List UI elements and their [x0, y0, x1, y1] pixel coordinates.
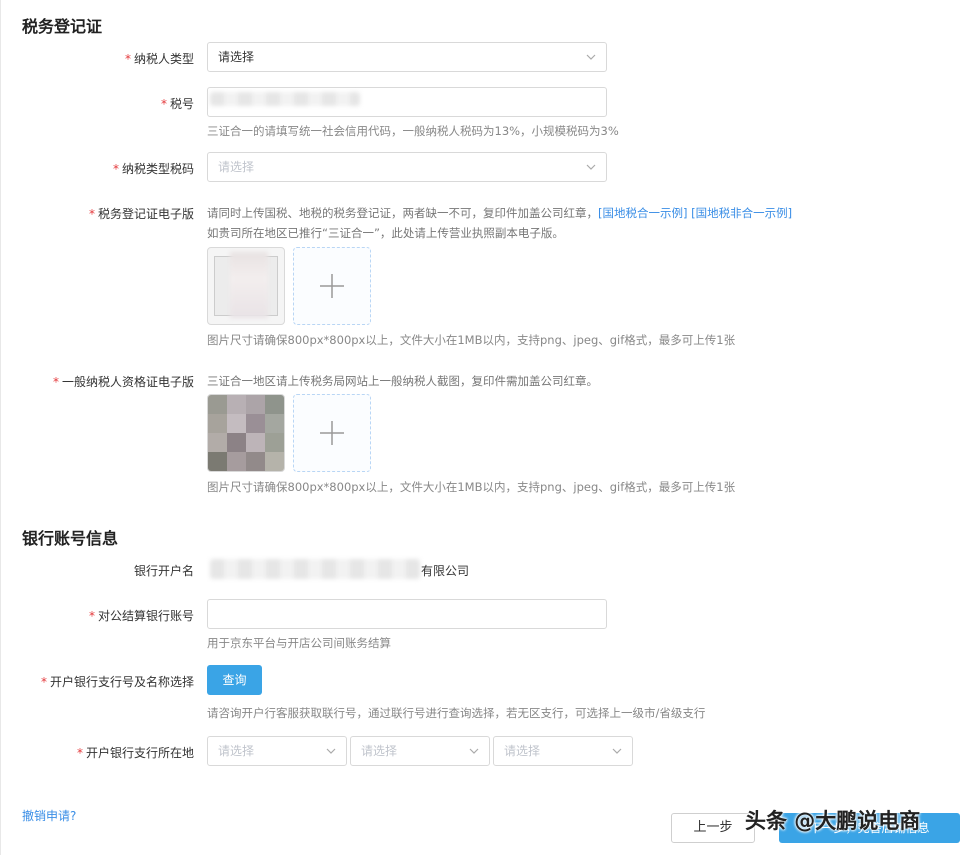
tax-number-label: * 税号	[160, 97, 194, 111]
example-link-combined[interactable]: [国地税合一示例]	[598, 206, 688, 220]
tax-cert-uploaded-image[interactable]	[207, 247, 285, 325]
tax-type-code-label: * 纳税类型税码	[112, 162, 194, 176]
general-taxpayer-cert-size-hint: 图片尺寸请确保800px*800px以上，文件大小在1MB以内，支持png、jp…	[207, 480, 736, 494]
bank-account-name-suffix: 有限公司	[421, 564, 470, 578]
branch-location-label: * 开户银行支行所在地	[76, 746, 194, 760]
settlement-account-input[interactable]	[207, 599, 607, 629]
district-select[interactable]: 请选择	[493, 736, 633, 766]
tax-number-hint: 三证合一的请填写统一社会信用代码，一般纳税人税码为13%，小规模税码为3%	[207, 124, 619, 138]
tax-cert-size-hint: 图片尺寸请确保800px*800px以上，文件大小在1MB以内，支持png、jp…	[207, 333, 736, 347]
taxpayer-type-select[interactable]: 请选择	[207, 42, 607, 72]
example-link-separate[interactable]: [国地税非合一示例]	[691, 206, 792, 220]
query-button[interactable]: 查询	[207, 665, 262, 695]
cancel-application-link[interactable]: 撤销申请?	[22, 807, 76, 824]
chevron-down-icon	[469, 748, 479, 754]
city-select[interactable]: 请选择	[350, 736, 490, 766]
tax-cert-label: * 税务登记证电子版	[88, 207, 194, 221]
general-taxpayer-cert-label: * 一般纳税人资格证电子版	[52, 375, 194, 389]
watermark-text: 头条 @大鹏说电商	[745, 809, 921, 833]
bank-section-title: 银行账号信息	[22, 529, 119, 548]
chevron-down-icon	[586, 164, 596, 170]
chevron-down-icon	[326, 748, 336, 754]
general-taxpayer-cert-hint: 三证合一地区请上传税务局网站上一般纳税人截图，复印件需加盖公司红章。	[207, 374, 598, 388]
previous-step-button[interactable]: 上一步	[671, 813, 755, 843]
branch-select-hint: 请咨询开户行客服获取联行号，通过联行号进行查询选择，若无区支行，可选择上一级市/…	[207, 706, 706, 720]
redacted-account-name	[210, 559, 420, 579]
bank-account-name-label: 银行开户名	[133, 564, 194, 578]
branch-select-label: * 开户银行支行号及名称选择	[40, 675, 194, 689]
general-taxpayer-cert-upload-button[interactable]	[293, 394, 371, 472]
plus-icon	[320, 274, 344, 298]
tax-section-title: 税务登记证	[22, 17, 103, 36]
settlement-account-label: * 对公结算银行账号	[88, 609, 194, 623]
tax-cert-upload-button[interactable]	[293, 247, 371, 325]
plus-icon	[320, 421, 344, 445]
tax-type-code-select[interactable]: 请选择	[207, 152, 607, 182]
chevron-down-icon	[612, 748, 622, 754]
taxpayer-type-label: * 纳税人类型	[124, 52, 194, 66]
province-select[interactable]: 请选择	[207, 736, 347, 766]
settlement-account-hint: 用于京东平台与开店公司间账务结算	[207, 636, 391, 650]
redacted-tax-number	[210, 92, 360, 106]
page-left-border	[0, 0, 1, 855]
chevron-down-icon	[586, 54, 596, 60]
general-taxpayer-cert-uploaded-image[interactable]	[207, 394, 285, 472]
tax-cert-hint-line1: 请同时上传国税、地税的税务登记证，两者缺一不可，复印件加盖公司红章，[国地税合一…	[207, 206, 793, 220]
tax-cert-hint-line2: 如贵司所在地区已推行“三证合一”，此处请上传营业执照副本电子版。	[207, 226, 564, 240]
